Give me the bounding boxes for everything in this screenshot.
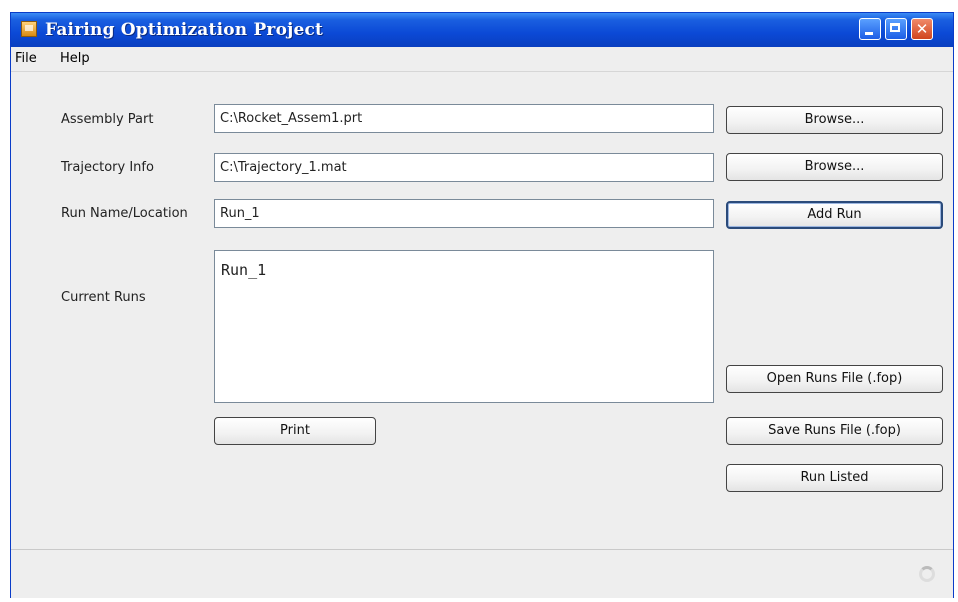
close-icon[interactable]: ✕ [911, 18, 933, 40]
assembly-part-field[interactable]: C:\Rocket_Assem1.prt [214, 104, 714, 133]
add-run-button[interactable]: Add Run [726, 201, 943, 229]
maximize-icon[interactable] [885, 18, 907, 40]
run-listed-button[interactable]: Run Listed [726, 464, 943, 492]
menu-file[interactable]: File [15, 51, 37, 66]
app-icon [21, 21, 37, 37]
print-button[interactable]: Print [214, 417, 376, 445]
trajectory-info-label: Trajectory Info [61, 160, 154, 175]
browse-trajectory-button[interactable]: Browse... [726, 153, 943, 181]
menu-help[interactable]: Help [60, 51, 90, 66]
save-runs-file-button[interactable]: Save Runs File (.fop) [726, 417, 943, 445]
menu-bar: File Help [11, 47, 953, 72]
busy-spinner-icon [919, 566, 935, 582]
browse-assembly-button[interactable]: Browse... [726, 106, 943, 134]
trajectory-info-field[interactable]: C:\Trajectory_1.mat [214, 153, 714, 182]
window-title: Fairing Optimization Project [45, 20, 324, 40]
current-runs-list[interactable]: Run_1 [214, 250, 714, 403]
assembly-part-label: Assembly Part [61, 112, 154, 127]
title-bar[interactable]: Fairing Optimization Project ✕ [11, 13, 953, 47]
open-runs-file-button[interactable]: Open Runs File (.fop) [726, 365, 943, 393]
current-runs-label: Current Runs [61, 290, 146, 305]
run-name-label: Run Name/Location [61, 206, 188, 221]
run-name-field[interactable]: Run_1 [214, 199, 714, 228]
status-bar [11, 549, 953, 598]
main-window: Fairing Optimization Project ✕ File Help… [10, 12, 954, 598]
minimize-icon[interactable] [859, 18, 881, 40]
